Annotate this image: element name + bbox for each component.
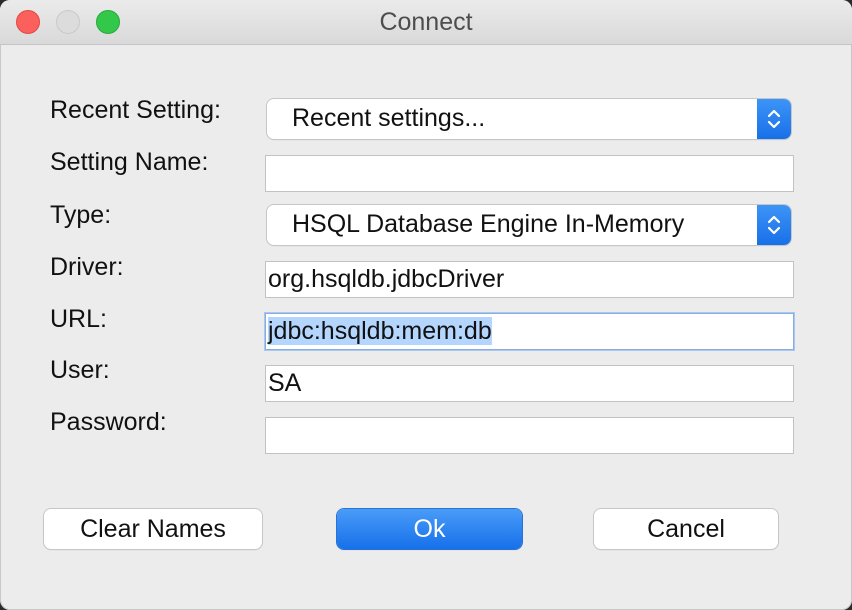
password-input[interactable] (265, 417, 794, 454)
up-down-chevron-icon[interactable] (757, 205, 791, 245)
recent-setting-label: Recent Setting: (50, 96, 221, 124)
type-label: Type: (50, 201, 112, 229)
url-label: URL: (50, 305, 107, 333)
clear-names-button[interactable]: Clear Names (44, 509, 262, 549)
ok-button[interactable]: Ok (337, 509, 522, 549)
driver-input[interactable]: org.hsqldb.jdbcDriver (265, 261, 794, 298)
type-value: HSQL Database Engine In-Memory (292, 210, 685, 238)
user-input[interactable]: SA (265, 365, 794, 402)
connect-dialog: Connect Recent Setting: Recent settings.… (0, 0, 852, 610)
recent-setting-value: Recent settings... (292, 104, 486, 132)
up-down-chevron-icon[interactable] (757, 99, 791, 139)
title-bar: Connect (0, 0, 852, 45)
url-input[interactable]: jdbc:hsqldb:mem:db (265, 313, 794, 350)
recent-setting-select[interactable]: Recent settings... (267, 99, 791, 139)
setting-name-input[interactable] (265, 155, 794, 192)
cancel-button[interactable]: Cancel (594, 509, 778, 549)
type-select[interactable]: HSQL Database Engine In-Memory (267, 205, 791, 245)
window-title: Connect (379, 8, 473, 36)
url-selected-value: jdbc:hsqldb:mem:db (268, 317, 492, 345)
password-label: Password: (50, 408, 167, 436)
driver-label: Driver: (50, 253, 124, 281)
user-label: User: (50, 356, 110, 384)
setting-name-label: Setting Name: (50, 148, 209, 176)
